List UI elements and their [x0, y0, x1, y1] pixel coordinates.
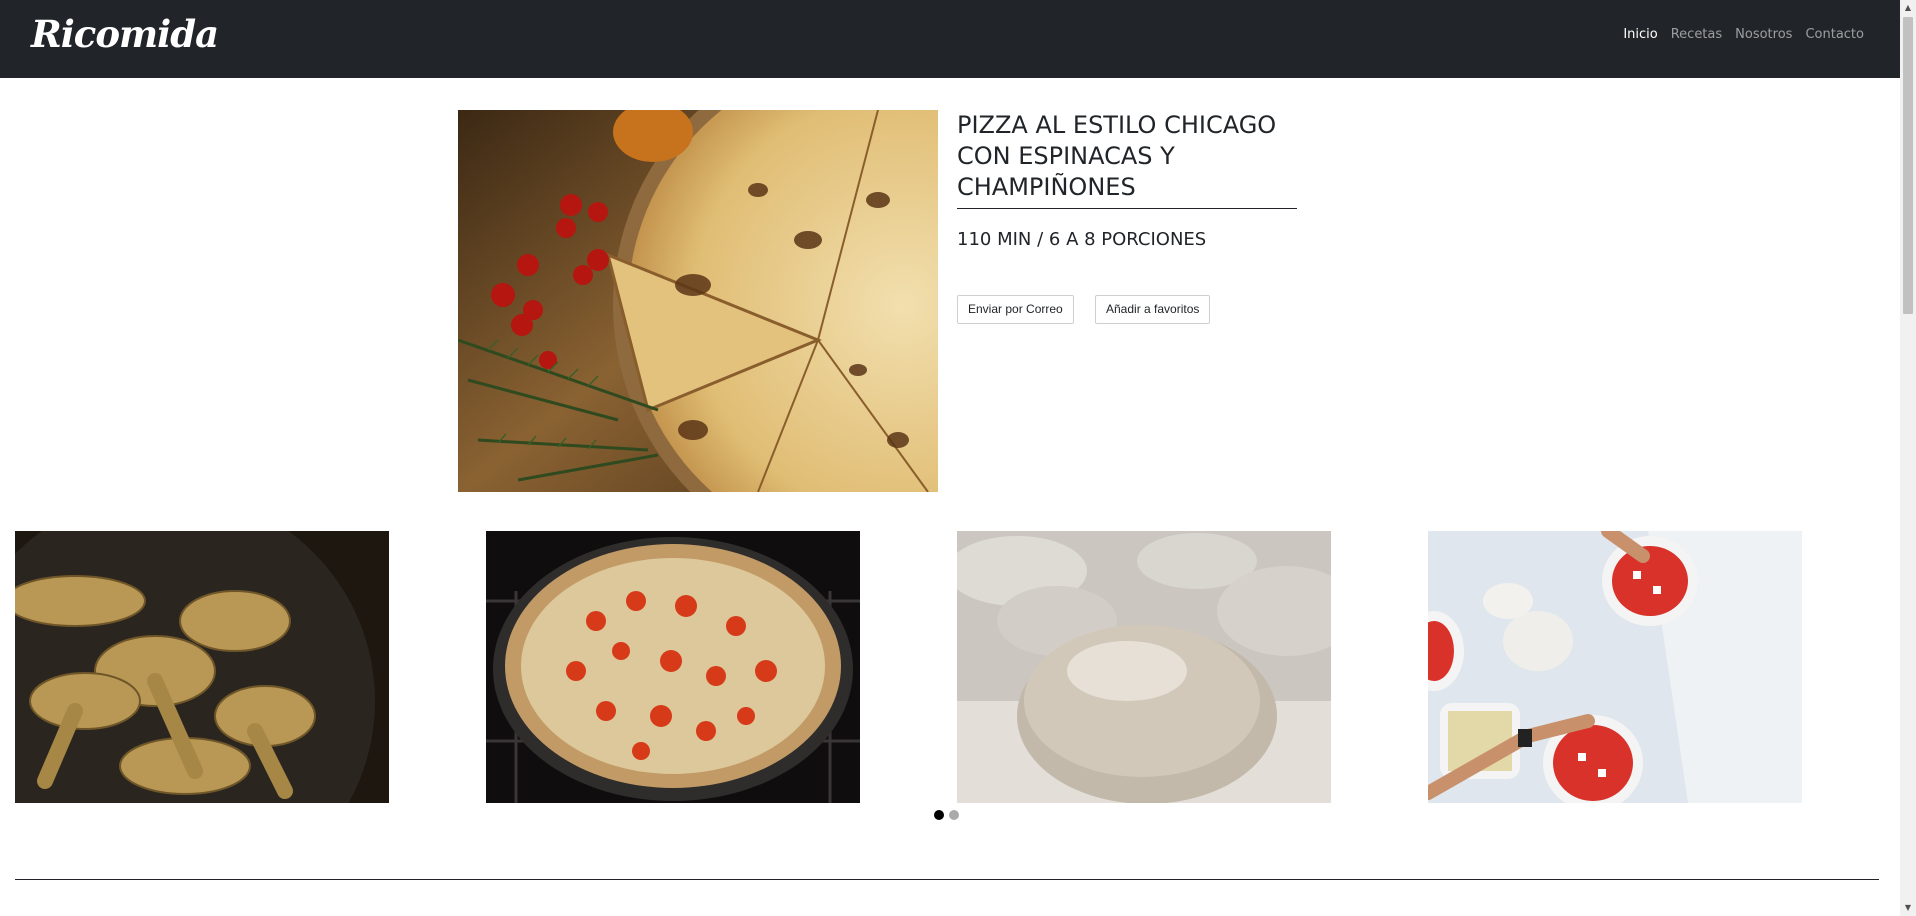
gallery-image-dough[interactable] — [957, 531, 1331, 803]
add-favorites-button[interactable]: Añadir a favoritos — [1095, 295, 1211, 324]
email-recipe-button[interactable]: Enviar por Correo — [957, 295, 1074, 324]
recipe-title: PIZZA AL ESTILO CHICAGO CON ESPINACAS Y … — [957, 111, 1277, 201]
nav-link-contacto[interactable]: Contacto — [1805, 27, 1864, 42]
scroll-up-icon[interactable]: ▲ — [1900, 0, 1916, 16]
title-divider — [957, 208, 1297, 209]
section-divider — [15, 879, 1879, 880]
carousel-dot-1[interactable] — [934, 810, 944, 820]
navbar: Ricomida Inicio Recetas Nosotros Contact… — [0, 0, 1900, 78]
gallery-image-mushrooms[interactable] — [15, 531, 389, 803]
nav-links: Inicio Recetas Nosotros Contacto — [1623, 27, 1864, 42]
scroll-down-icon[interactable]: ▼ — [1900, 900, 1916, 916]
recipe-time-servings: 110 MIN / 6 A 8 PORCIONES — [957, 229, 1207, 250]
page-scrollbar[interactable]: ▲ ▼ — [1900, 0, 1916, 916]
nav-link-recetas[interactable]: Recetas — [1671, 27, 1722, 42]
gallery-image-pizza-oven[interactable] — [486, 531, 860, 803]
carousel-dot-2[interactable] — [949, 810, 959, 820]
carousel-indicators — [934, 810, 959, 820]
nav-link-nosotros[interactable]: Nosotros — [1735, 27, 1792, 42]
nav-link-inicio[interactable]: Inicio — [1623, 27, 1657, 42]
recipe-hero-image — [458, 110, 938, 492]
gallery-image-preparing-pizzas[interactable] — [1428, 531, 1802, 803]
scrollbar-thumb[interactable] — [1903, 17, 1913, 314]
brand-logo[interactable]: Ricomida — [31, 12, 219, 56]
